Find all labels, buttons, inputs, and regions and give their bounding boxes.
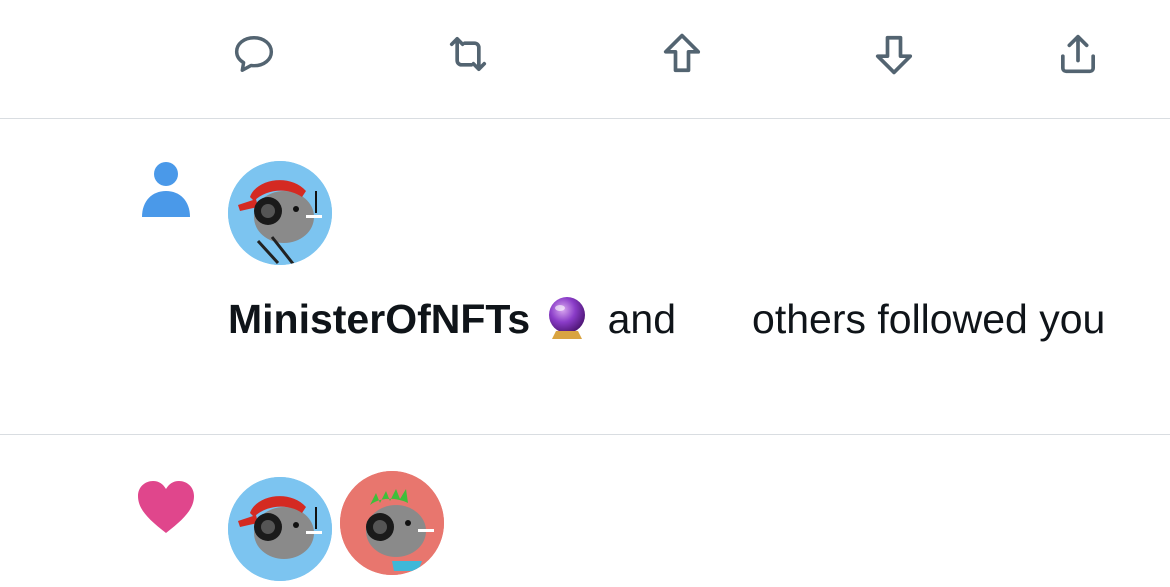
crystal-ball-icon — [544, 295, 590, 341]
downvote-button[interactable] — [866, 26, 922, 82]
avatar-image — [340, 471, 444, 575]
retweet-icon — [449, 36, 487, 72]
connector-text: and — [607, 296, 677, 342]
heart-icon — [138, 481, 194, 533]
retweet-button[interactable] — [440, 26, 496, 82]
avatar[interactable] — [340, 471, 444, 575]
avatar-image — [228, 477, 332, 581]
downvote-icon — [875, 35, 913, 75]
upvote-icon — [663, 33, 701, 73]
reply-button[interactable] — [226, 26, 282, 82]
upvote-button[interactable] — [654, 26, 710, 82]
share-icon — [1060, 34, 1096, 74]
person-icon — [142, 162, 190, 217]
actor-name[interactable]: MinisterOfNFTs — [228, 296, 530, 342]
reply-icon — [234, 36, 274, 72]
follow-notification[interactable]: MinisterOfNFTs and others followed you — [0, 119, 1170, 435]
tweet-action-bar — [0, 0, 1170, 118]
avatar[interactable] — [228, 161, 332, 265]
notification-text: MinisterOfNFTs and others followed you — [228, 290, 1128, 348]
avatar[interactable] — [228, 477, 332, 581]
share-button[interactable] — [1050, 26, 1106, 82]
notifications-page: MinisterOfNFTs and others followed you — [0, 0, 1170, 587]
avatar-image — [228, 161, 332, 265]
like-notification[interactable] — [0, 435, 1170, 587]
rest-text: others followed you — [752, 296, 1106, 342]
